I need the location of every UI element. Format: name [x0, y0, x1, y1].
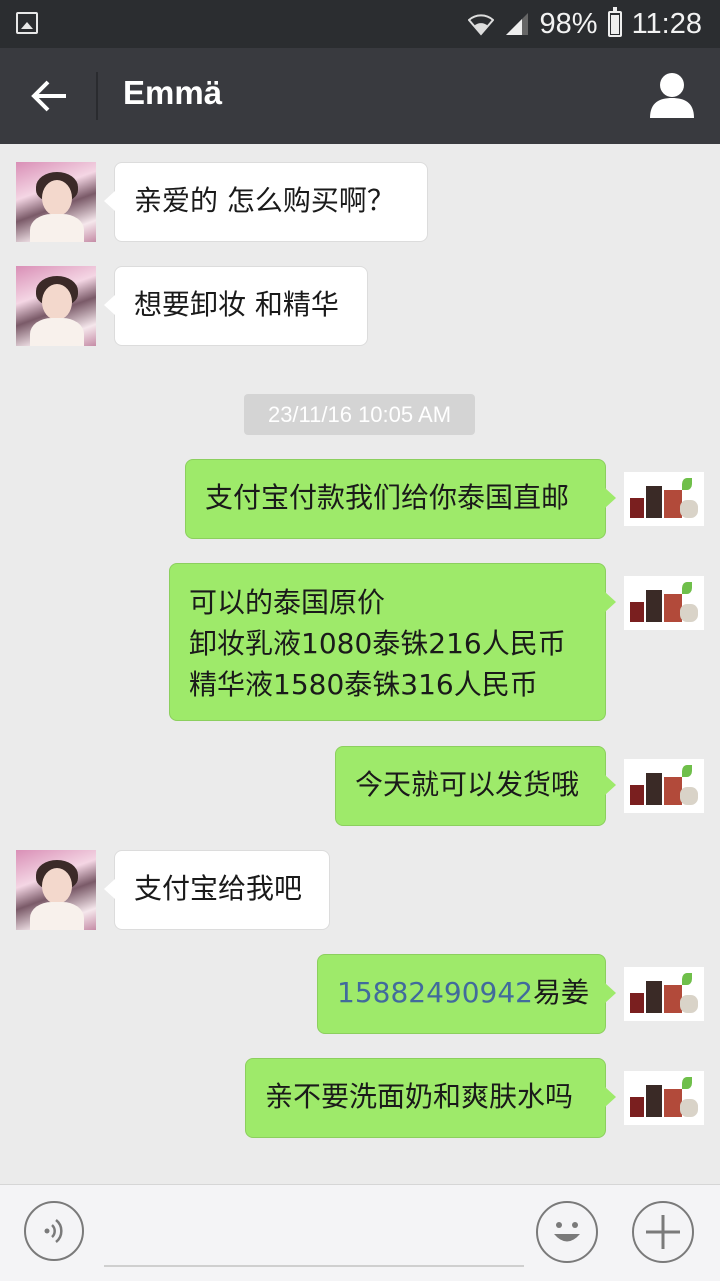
- chat-title: Emmä: [123, 74, 223, 111]
- signal-icon: [505, 13, 528, 35]
- clock: 11:28: [631, 7, 702, 40]
- header-divider: [96, 72, 98, 120]
- contact-avatar[interactable]: [16, 850, 96, 930]
- message-bubble[interactable]: 亲爱的 怎么购买啊？: [104, 162, 428, 242]
- message-bubble[interactable]: 今天就可以发货哦: [335, 746, 616, 826]
- phone-link[interactable]: 15882490942: [337, 976, 533, 1009]
- message-text: 支付宝付款我们给你泰国直邮: [205, 481, 570, 514]
- message-list[interactable]: 亲爱的 怎么购买啊？ 想要卸妆 和精华 23/11/16 10:05 AM 支付…: [0, 144, 720, 1184]
- back-arrow-icon: [31, 80, 66, 112]
- my-avatar[interactable]: [624, 576, 704, 630]
- message-bubble[interactable]: 亲不要洗面奶和爽肤水吗: [245, 1058, 616, 1138]
- contact-avatar[interactable]: [16, 266, 96, 346]
- my-avatar[interactable]: [624, 472, 704, 526]
- message-text: 想要卸妆 和精华: [134, 288, 339, 321]
- message-bubble[interactable]: 15882490942易姜: [317, 954, 616, 1034]
- status-right: 98% 11:28: [467, 0, 702, 48]
- battery-percent: 98%: [539, 7, 598, 40]
- emoji-button[interactable]: [536, 1201, 598, 1263]
- message-input[interactable]: [104, 1203, 524, 1267]
- plus-button[interactable]: [632, 1201, 694, 1263]
- chat-header: Emmä: [0, 48, 720, 144]
- message-line: 可以的泰国原价: [189, 586, 386, 619]
- message-text: 亲爱的 怎么购买啊？: [134, 184, 395, 217]
- voice-button[interactable]: [24, 1201, 84, 1261]
- message-line: 精华液1580泰铢316人民币: [189, 668, 538, 701]
- battery-icon: [607, 7, 622, 37]
- message-text: 亲不要洗面奶和爽肤水吗: [265, 1080, 574, 1113]
- message-bubble[interactable]: 支付宝付款我们给你泰国直邮: [185, 459, 616, 539]
- emoji-icon: [554, 1222, 580, 1242]
- timestamp: 23/11/16 10:05 AM: [244, 394, 475, 435]
- gallery-icon: [16, 12, 38, 34]
- message-text: 今天就可以发货哦: [355, 768, 580, 801]
- message-bubble[interactable]: 想要卸妆 和精华: [104, 266, 368, 346]
- my-avatar[interactable]: [624, 967, 704, 1021]
- message-bubble[interactable]: 可以的泰国原价 卸妆乳液1080泰铢216人民币 精华液1580泰铢316人民币: [169, 563, 616, 721]
- wifi-icon: [467, 14, 494, 36]
- message-text: 易姜: [532, 976, 589, 1009]
- contact-avatar[interactable]: [16, 162, 96, 242]
- person-icon: [650, 73, 694, 118]
- message-text: 支付宝给我吧: [134, 872, 303, 905]
- voice-icon: [44, 1219, 63, 1243]
- profile-button[interactable]: [648, 70, 696, 120]
- my-avatar[interactable]: [624, 759, 704, 813]
- back-button[interactable]: [22, 72, 76, 120]
- message-line: 卸妆乳液1080泰铢216人民币: [189, 627, 566, 660]
- input-bar: [0, 1184, 720, 1281]
- message-bubble[interactable]: 支付宝给我吧: [104, 850, 330, 930]
- status-bar: 98% 11:28: [0, 0, 720, 48]
- my-avatar[interactable]: [624, 1071, 704, 1125]
- plus-icon: [646, 1215, 680, 1249]
